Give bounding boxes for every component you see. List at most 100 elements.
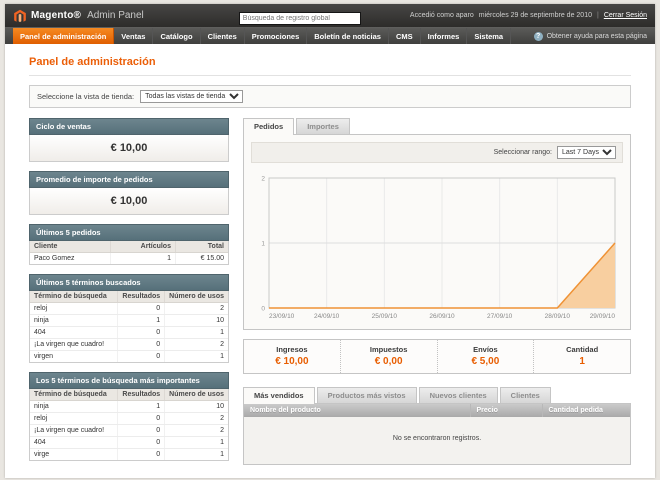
- help-label: Obtener ayuda para esta página: [547, 33, 647, 40]
- total-impuestos: Impuestos € 0,00: [340, 340, 437, 373]
- table-row[interactable]: Paco Gomez1€ 15.00: [30, 253, 228, 265]
- table-row[interactable]: 40401: [30, 327, 228, 339]
- table-cell: 10: [165, 315, 228, 327]
- tab-productos-mas-vistos[interactable]: Productos más vistos: [317, 387, 417, 403]
- tab-clientes[interactable]: Clientes: [500, 387, 551, 403]
- grid-tabs: Más vendidos Productos más vistos Nuevos…: [243, 387, 631, 403]
- table-cell: 0: [118, 339, 165, 351]
- tab-importes[interactable]: Importes: [296, 118, 350, 134]
- lifetime-sales-panel: Ciclo de ventas € 10,00: [29, 118, 229, 162]
- last-search-terms-title: Últimos 5 términos buscados: [29, 274, 229, 291]
- table-row[interactable]: virge01: [30, 449, 228, 461]
- column-header: Número de usos: [165, 389, 228, 401]
- top-search-terms-title: Los 5 términos de búsqueda más important…: [29, 372, 229, 389]
- svg-text:0: 0: [261, 306, 265, 313]
- table-cell: 0: [118, 413, 165, 425]
- global-search: [239, 7, 361, 25]
- top-header: Magento® Admin Panel Accedió como aparo …: [5, 4, 655, 27]
- table-cell: 2: [165, 339, 228, 351]
- nav-item-dashboard[interactable]: Panel de administración: [13, 28, 114, 44]
- table-row[interactable]: ninja110: [30, 401, 228, 413]
- table-row[interactable]: 40401: [30, 437, 228, 449]
- nav-item-clientes[interactable]: Clientes: [201, 28, 245, 44]
- range-selector-bar: Seleccionar rango: Last 7 Days: [251, 142, 623, 163]
- column-header: Artículos: [111, 241, 176, 253]
- table-row[interactable]: ¡La virgen que cuadro!02: [30, 425, 228, 437]
- tab-pedidos[interactable]: Pedidos: [243, 118, 294, 135]
- content-area: Panel de administración Seleccione la vi…: [5, 44, 655, 478]
- table-cell: 2: [165, 425, 228, 437]
- table-cell: ninja: [30, 401, 118, 413]
- magento-logo-icon: [13, 9, 27, 23]
- separator: |: [597, 12, 599, 19]
- table-cell: 2: [165, 413, 228, 425]
- top-search-terms-panel: Los 5 términos de búsqueda más important…: [29, 372, 229, 461]
- lifetime-sales-title: Ciclo de ventas: [29, 118, 229, 135]
- nav-item-boletin[interactable]: Boletín de noticias: [307, 28, 389, 44]
- total-value: 1: [534, 356, 630, 367]
- global-search-input[interactable]: [239, 12, 361, 25]
- nav-item-catalogo[interactable]: Catálogo: [153, 28, 200, 44]
- last-orders-table-wrap: Cliente Artículos Total Paco Gomez1€ 15.…: [29, 241, 229, 265]
- svg-text:24/09/10: 24/09/10: [314, 313, 340, 320]
- table-cell: reloj: [30, 413, 118, 425]
- total-label: Ingresos: [244, 345, 340, 354]
- table-cell: 0: [118, 303, 165, 315]
- table-cell: 1: [165, 449, 228, 461]
- range-select[interactable]: Last 7 Days: [557, 146, 616, 159]
- table-cell: 0: [118, 351, 165, 363]
- table-cell: 0: [118, 327, 165, 339]
- table-cell: ninja: [30, 315, 118, 327]
- total-label: Cantidad: [534, 345, 630, 354]
- nav-item-informes[interactable]: Informes: [421, 28, 468, 44]
- nav-item-ventas[interactable]: Ventas: [114, 28, 153, 44]
- table-cell: 1: [111, 253, 176, 265]
- column-header: Cantidad pedida: [542, 404, 630, 417]
- total-ingresos: Ingresos € 10,00: [244, 340, 340, 373]
- range-label: Seleccionar rango:: [494, 149, 552, 156]
- table-row[interactable]: virgen01: [30, 351, 228, 363]
- page-help-link[interactable]: ? Obtener ayuda para esta página: [534, 28, 647, 44]
- tab-mas-vendidos[interactable]: Más vendidos: [243, 387, 315, 404]
- table-cell: virge: [30, 449, 118, 461]
- column-header: Precio: [470, 404, 542, 417]
- last-search-table: Término de búsqueda Resultados Número de…: [30, 291, 228, 362]
- nav-item-cms[interactable]: CMS: [389, 28, 421, 44]
- column-header: Término de búsqueda: [30, 291, 118, 303]
- help-icon: ?: [534, 32, 543, 41]
- svg-text:23/09/10: 23/09/10: [269, 313, 295, 320]
- table-cell: 0: [118, 449, 165, 461]
- average-orders-panel: Promedio de importe de pedidos € 10,00: [29, 171, 229, 215]
- total-envios: Envíos € 5,00: [437, 340, 534, 373]
- table-cell: 0: [118, 425, 165, 437]
- last-search-terms-panel: Últimos 5 términos buscados Término de b…: [29, 274, 229, 363]
- total-value: € 10,00: [244, 356, 340, 367]
- store-view-select[interactable]: Todas las vistas de tienda: [140, 90, 243, 103]
- table-row[interactable]: ¡La virgen que cuadro!02: [30, 339, 228, 351]
- table-row[interactable]: reloj02: [30, 413, 228, 425]
- column-header: Nombre del producto: [244, 404, 470, 417]
- table-cell: 0: [118, 437, 165, 449]
- table-row[interactable]: ninja110: [30, 315, 228, 327]
- table-cell: 1: [165, 327, 228, 339]
- total-label: Impuestos: [341, 345, 437, 354]
- nav-item-promociones[interactable]: Promociones: [245, 28, 308, 44]
- svg-text:29/09/10: 29/09/10: [590, 313, 616, 320]
- store-view-switcher: Seleccione la vista de tienda: Todas las…: [29, 85, 631, 108]
- tab-nuevos-clientes[interactable]: Nuevos clientes: [419, 387, 498, 403]
- table-row[interactable]: reloj02: [30, 303, 228, 315]
- column-header: Resultados: [118, 291, 165, 303]
- svg-text:2: 2: [261, 176, 265, 183]
- table-cell: € 15.00: [175, 253, 228, 265]
- table-cell: 404: [30, 437, 118, 449]
- orders-area-chart: 23/09/1024/09/1025/09/1026/09/1027/09/10…: [253, 172, 621, 322]
- table-cell: 1: [118, 315, 165, 327]
- brand-name: Magento®: [31, 10, 81, 21]
- logout-link[interactable]: Cerrar Sesión: [604, 12, 647, 19]
- total-value: € 5,00: [438, 356, 534, 367]
- chart-tabs: Pedidos Importes: [243, 118, 631, 134]
- bestsellers-table: Nombre del producto Precio Cantidad pedi…: [244, 404, 630, 417]
- header-date: miércoles 29 de septiembre de 2010: [479, 12, 592, 19]
- bestsellers-grid: Nombre del producto Precio Cantidad pedi…: [243, 403, 631, 465]
- nav-item-sistema[interactable]: Sistema: [467, 28, 511, 44]
